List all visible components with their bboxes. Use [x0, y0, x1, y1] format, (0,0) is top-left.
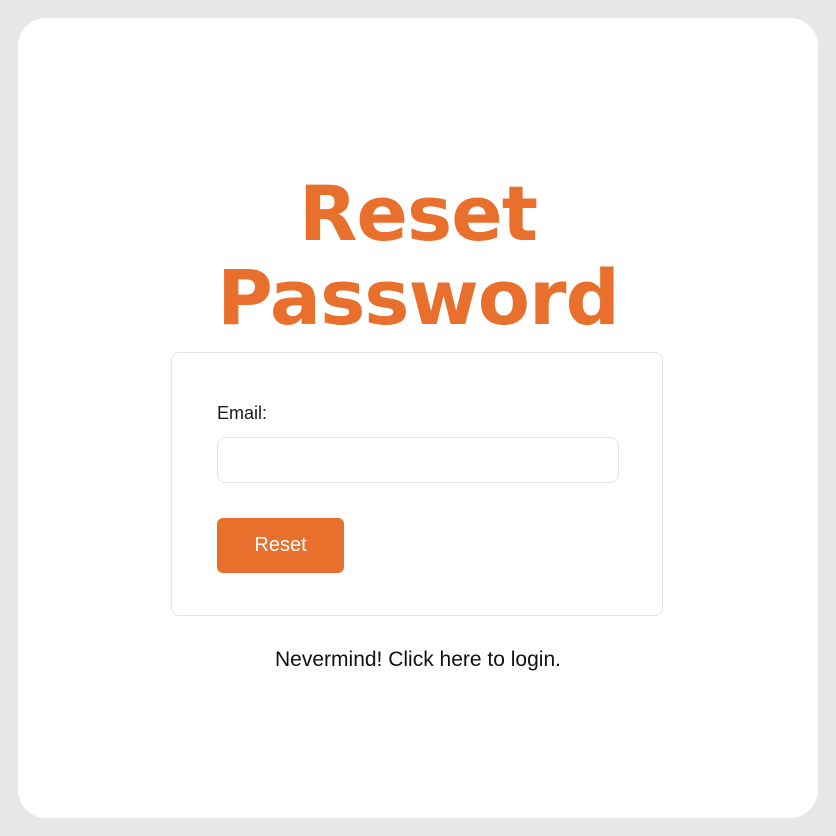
page-frame: Reset Password Email: Reset Nevermind! C… [18, 18, 818, 818]
email-label: Email: [217, 403, 268, 423]
page-title: Reset Password [18, 172, 818, 340]
login-link[interactable]: Nevermind! Click here to login. [18, 647, 818, 673]
page-title-line-2: Password [217, 253, 620, 342]
reset-button[interactable]: Reset [217, 518, 344, 573]
page-title-line-1: Reset [298, 169, 538, 258]
email-field[interactable] [217, 437, 619, 483]
reset-form-card: Email: Reset [171, 352, 663, 616]
